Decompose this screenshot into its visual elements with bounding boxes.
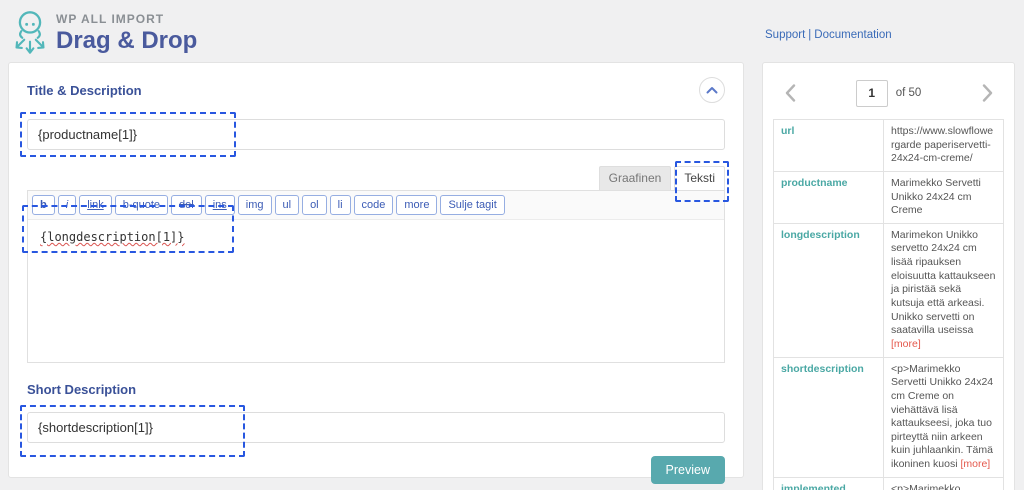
quicktag-ins-button[interactable]: ins (204, 195, 235, 215)
record-key: implemented (773, 476, 884, 490)
quicktag-more-button[interactable]: more (396, 195, 438, 215)
record-table: url https://www.slowflowergarde paperise… (773, 119, 1004, 490)
header-links: Support | Documentation (765, 29, 892, 41)
description-textarea[interactable]: {longdescription[1]} (22, 205, 724, 362)
title-description-panel: Title & Description Graafinen Teksti b i (8, 62, 744, 484)
quicktags-toolbar: b i link b-quote del ins img ul ol li co… (28, 191, 724, 220)
preview-button[interactable]: Preview (650, 456, 725, 484)
quicktag-close-tags-button[interactable]: Sulje tagit (440, 195, 505, 215)
quicktag-bquote-button[interactable]: b-quote (114, 195, 169, 215)
quicktag-bold-button[interactable]: b (32, 195, 55, 215)
next-record-button[interactable] (976, 82, 998, 104)
page-count-label: of 50 (895, 87, 922, 99)
title-input[interactable] (27, 119, 725, 150)
tab-text[interactable]: Teksti (674, 166, 725, 190)
link-separator: | (808, 29, 812, 41)
quicktag-link-button[interactable]: link (79, 195, 112, 215)
chevron-up-icon (706, 87, 718, 94)
page-title: Drag & Drop (56, 27, 198, 54)
panel-title: Title & Description (27, 82, 142, 98)
more-link[interactable]: [more] (891, 338, 921, 350)
page-number-input[interactable] (855, 79, 888, 107)
record-key: longdescription (773, 222, 884, 358)
record-row: longdescription Marimekon Unikko servett… (773, 222, 1004, 358)
collapse-panel-button[interactable] (699, 77, 725, 103)
record-value: https://www.slowflowergarde paperiservet… (883, 119, 1004, 172)
record-key: productname (773, 170, 884, 224)
quicktag-img-button[interactable]: img (237, 195, 272, 215)
record-row: implemented <p>Marimekko Servetti Unikko… (773, 476, 1004, 490)
editor-placeholder-token: {longdescription[1]} (40, 230, 185, 244)
record-value: <p>Marimekko Servetti Unikko 24x24 cm Cr… (883, 356, 1004, 478)
record-row: shortdescription <p>Marimekko Servetti U… (773, 356, 1004, 478)
more-link[interactable]: [more] (960, 458, 990, 470)
record-pagination: of 50 (773, 73, 1004, 113)
quicktag-li-button[interactable]: li (329, 195, 351, 215)
short-description-label: Short Description (27, 382, 137, 397)
record-row: url https://www.slowflowergarde paperise… (773, 119, 1004, 172)
record-value: <p>Marimekko Servetti Unikko 24x24 cm Cr… (883, 476, 1004, 490)
record-value: Marimekko Servetti Unikko 24x24 cm Creme (883, 170, 1004, 224)
chevron-right-icon (982, 84, 992, 102)
record-key: shortdescription (773, 356, 884, 478)
documentation-link[interactable]: Documentation (814, 29, 891, 41)
short-description-input[interactable] (27, 412, 725, 443)
quicktag-ol-button[interactable]: ol (302, 195, 327, 215)
quicktag-italic-button[interactable]: i (57, 195, 77, 215)
app-header: WP ALL IMPORT Drag & Drop Support | Docume… (0, 0, 1024, 60)
brand-name: WP ALL IMPORT (56, 12, 165, 26)
description-editor: Graafinen Teksti b i link b-quote del in… (22, 161, 729, 363)
record-preview-sidebar: of 50 url https://www.slowflowergarde pa… (762, 62, 1015, 490)
quicktag-ul-button[interactable]: ul (274, 195, 300, 215)
octopus-logo-icon (15, 11, 45, 54)
support-link[interactable]: Support (765, 29, 805, 41)
quicktag-code-button[interactable]: code (353, 195, 394, 215)
record-key: url (773, 119, 884, 172)
chevron-left-icon (785, 84, 795, 102)
tab-visual[interactable]: Graafinen (598, 166, 672, 190)
previous-record-button[interactable] (779, 82, 801, 104)
quicktag-del-button[interactable]: del (171, 195, 202, 215)
record-row: productname Marimekko Servetti Unikko 24… (773, 170, 1004, 224)
record-value: Marimekon Unikko servetto 24x24 cm lisää… (883, 222, 1004, 358)
